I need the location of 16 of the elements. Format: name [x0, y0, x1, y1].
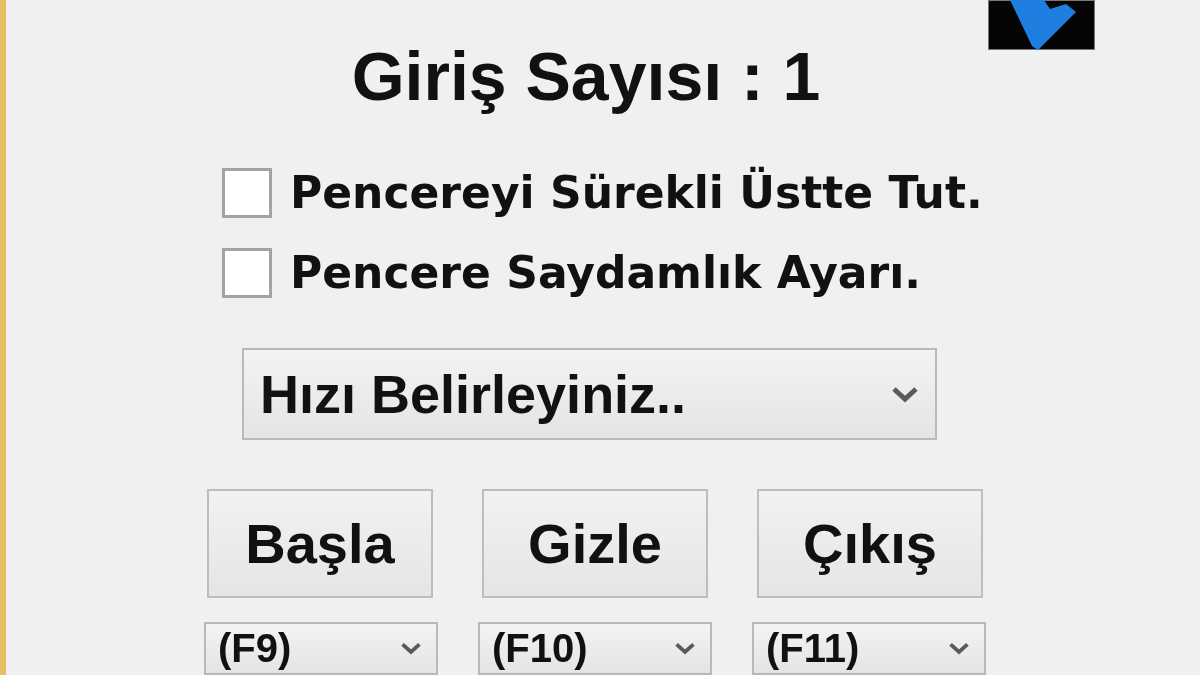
chevron-down-icon [948, 642, 970, 655]
app-logo-icon [988, 0, 1095, 50]
chevron-down-icon [400, 642, 422, 655]
checkbox-label: Pencereyi Sürekli Üstte Tut. [290, 168, 983, 218]
speed-dropdown[interactable]: Hızı Belirleyiniz.. [242, 348, 937, 440]
hotkey-dropdown[interactable]: (F11) [752, 622, 986, 675]
action-button[interactable]: Gizle [482, 489, 708, 598]
action-button[interactable]: Başla [207, 489, 433, 598]
action-button[interactable]: Çıkış [757, 489, 983, 598]
checkbox[interactable] [222, 168, 272, 218]
checkbox[interactable] [222, 248, 272, 298]
hotkey-dropdown[interactable]: (F10) [478, 622, 712, 675]
chevron-down-icon [891, 385, 919, 403]
checkbox-label: Pencere Saydamlık Ayarı. [290, 248, 922, 298]
chevron-down-icon [674, 642, 696, 655]
hotkey-dropdown[interactable]: (F9) [204, 622, 438, 675]
